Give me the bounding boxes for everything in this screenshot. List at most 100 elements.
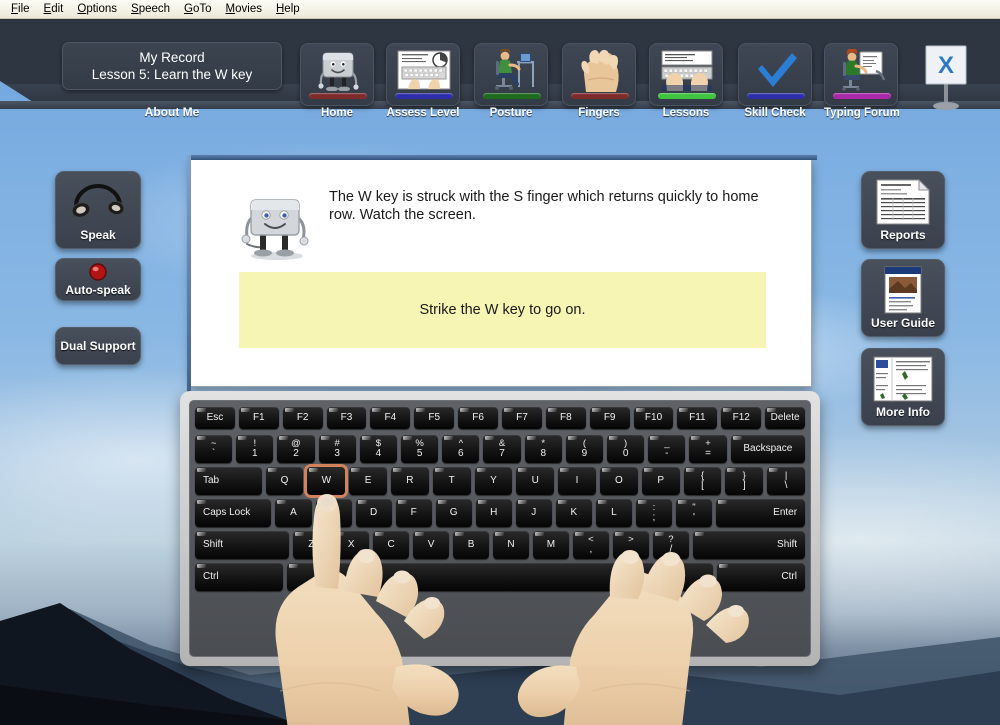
key-sym-11[interactable]: " ' (675, 499, 712, 527)
key-g[interactable]: G (435, 499, 472, 527)
auto-speak-button[interactable]: Auto-speak (55, 258, 141, 301)
menu-item-goto[interactable]: GoTo (177, 1, 219, 17)
toolbar-button-typing-forum[interactable] (824, 43, 898, 106)
key-sym-11[interactable]: _ - (648, 435, 686, 463)
toolbar-button-lessons[interactable] (649, 43, 723, 106)
key-f9[interactable]: F9 (589, 407, 630, 429)
key-c[interactable]: C (373, 531, 410, 559)
about-me-label[interactable]: About Me (62, 105, 282, 119)
key-f2[interactable]: F2 (282, 407, 323, 429)
toolbar-button-home[interactable] (300, 43, 374, 106)
key-f4[interactable]: F4 (370, 407, 411, 429)
toolbar-button-fingers[interactable] (562, 43, 636, 106)
key-f8[interactable]: F8 (545, 407, 586, 429)
toolbar-label-skill-check[interactable]: Skill Check (738, 107, 812, 119)
key-t[interactable]: T (432, 467, 471, 495)
key-sym-7[interactable]: & 7 (483, 435, 521, 463)
key-enter[interactable]: Enter (715, 499, 806, 527)
key-sym-12[interactable]: + = (689, 435, 727, 463)
key-a[interactable]: A (275, 499, 312, 527)
key-f1[interactable]: F1 (238, 407, 279, 429)
menu-item-help[interactable]: Help (269, 1, 307, 17)
key-sym-5[interactable]: % 5 (401, 435, 439, 463)
menu-item-file[interactable]: File (4, 1, 37, 17)
reports-button[interactable]: Reports (861, 171, 945, 249)
key-f10[interactable]: F10 (633, 407, 674, 429)
toolbar-label-fingers[interactable]: Fingers (562, 107, 636, 119)
key-u[interactable]: U (516, 467, 555, 495)
key-sym-4[interactable]: $4 (359, 435, 398, 463)
key-shift[interactable]: Shift (692, 531, 806, 559)
key-y[interactable]: Y (474, 467, 513, 495)
toolbar-button-assess-level[interactable] (386, 43, 460, 106)
toolbar-label-posture[interactable]: Posture (474, 107, 548, 119)
key-f7[interactable]: F7 (502, 407, 542, 429)
key-delete[interactable]: Delete (765, 407, 806, 429)
toolbar-label-typing-forum[interactable]: Typing Forum (824, 107, 900, 119)
key-x[interactable]: X (333, 531, 370, 559)
key-h[interactable]: H (475, 499, 512, 527)
key-sym-1[interactable]: ! 1 (236, 435, 274, 463)
key-ctrl[interactable]: Ctrl (717, 563, 805, 591)
key-q[interactable]: Q (265, 467, 304, 495)
key-d[interactable]: D (355, 499, 392, 527)
key-sym-0[interactable]: ~ ` (195, 435, 233, 463)
key-spacebar[interactable] (661, 563, 714, 591)
key-caps-lock[interactable]: Caps Lock (195, 499, 272, 527)
key-f5[interactable]: F5 (414, 407, 455, 429)
key-f6[interactable]: F6 (458, 407, 499, 429)
key-sym-6[interactable]: ^ 6 (442, 435, 480, 463)
toolbar-label-assess-level[interactable]: Assess Level (386, 107, 460, 119)
my-record-plate[interactable]: My Record Lesson 5: Learn the W key (62, 42, 282, 90)
key-tab[interactable]: Tab (195, 467, 262, 495)
key-f11[interactable]: F11 (677, 407, 718, 429)
key-i[interactable]: I (558, 467, 596, 495)
key-sym-13[interactable]: | \ (767, 467, 805, 495)
exit-sign[interactable]: X (918, 41, 974, 113)
key-sym-12[interactable]: }] (725, 467, 764, 495)
user-guide-button[interactable]: User Guide (861, 259, 945, 337)
key-o[interactable]: O (599, 467, 638, 495)
key-z[interactable]: Z (293, 531, 330, 559)
key-sym-10[interactable]: :; (635, 499, 672, 527)
key-f12[interactable]: F12 (721, 407, 762, 429)
key-spacebar[interactable] (286, 563, 658, 591)
key-s[interactable]: S (315, 499, 352, 527)
key-l[interactable]: L (595, 499, 632, 527)
menu-item-options[interactable]: Options (70, 1, 124, 17)
key-k[interactable]: K (555, 499, 592, 527)
speak-button[interactable]: Speak (55, 171, 141, 249)
menu-item-speech[interactable]: Speech (124, 1, 177, 17)
key-m[interactable]: M (533, 531, 569, 559)
key-sym-11[interactable]: {[ (683, 467, 722, 495)
toolbar-button-posture[interactable] (474, 43, 548, 106)
key-backspace[interactable]: Backspace (730, 435, 806, 463)
dual-support-button[interactable]: Dual Support (55, 327, 141, 365)
key-r[interactable]: R (390, 467, 429, 495)
key-sym-8[interactable]: <, (572, 531, 609, 559)
key-sym-8[interactable]: * 8 (524, 435, 562, 463)
key-n[interactable]: N (493, 531, 529, 559)
toolbar-label-lessons[interactable]: Lessons (649, 107, 723, 119)
toolbar-label-home[interactable]: Home (300, 107, 374, 119)
key-sym-10[interactable]: ? / (652, 531, 689, 559)
more-info-button[interactable]: More Info (861, 348, 945, 426)
key-esc[interactable]: Esc (195, 407, 235, 429)
key-sym-2[interactable]: @2 (277, 435, 315, 463)
key-v[interactable]: V (413, 531, 450, 559)
key-f[interactable]: F (395, 499, 432, 527)
menu-item-movies[interactable]: Movies (219, 1, 269, 17)
key-sym-9[interactable]: (9 (565, 435, 604, 463)
menu-item-edit[interactable]: Edit (37, 1, 71, 17)
toolbar-button-skill-check[interactable] (738, 43, 812, 106)
key-w[interactable]: W (307, 467, 346, 495)
key-sym-9[interactable]: >. (612, 531, 649, 559)
key-p[interactable]: P (641, 467, 680, 495)
key-j[interactable]: J (515, 499, 552, 527)
key-shift[interactable]: Shift (195, 531, 290, 559)
key-sym-10[interactable]: ) 0 (607, 435, 645, 463)
key-e[interactable]: E (349, 467, 387, 495)
key-ctrl[interactable]: Ctrl (195, 563, 283, 591)
key-sym-3[interactable]: #3 (318, 435, 356, 463)
key-b[interactable]: B (453, 531, 490, 559)
